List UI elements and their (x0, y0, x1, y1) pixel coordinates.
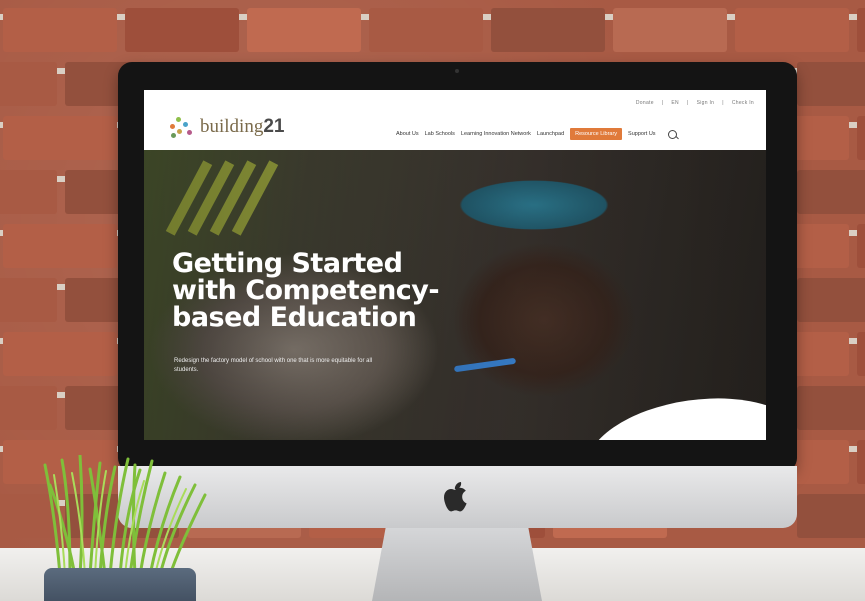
brick (125, 8, 239, 52)
brick (797, 278, 865, 322)
utility-separator: | (661, 100, 664, 106)
brick (797, 170, 865, 214)
brick (613, 8, 727, 52)
logo-text-plain: building (200, 116, 264, 137)
brick (797, 386, 865, 430)
utility-link-language[interactable]: EN (671, 100, 679, 106)
logo-text-bold: 21 (263, 116, 285, 137)
brick (797, 62, 865, 106)
menu-item-about-us[interactable]: About Us (396, 131, 419, 137)
menu-item-launchpad[interactable]: Launchpad (537, 131, 564, 137)
brick (3, 116, 117, 160)
brick (797, 494, 865, 538)
hero-headline-line: with Competency- (172, 275, 440, 306)
utility-nav: Donate | EN | Sign In | Check In (636, 100, 754, 106)
brick (0, 278, 57, 322)
utility-separator: | (722, 100, 724, 106)
brick (3, 224, 117, 268)
brick (857, 116, 865, 160)
utility-separator: | (686, 100, 689, 106)
brick (247, 8, 361, 52)
screen: Donate | EN | Sign In | Check In buildin… (144, 90, 766, 440)
hero-banner: Getting Started with Competency- based E… (144, 150, 766, 440)
logo-text: building21 (200, 116, 284, 138)
hero-subtext: Redesign the factory model of school wit… (174, 358, 373, 373)
brick (3, 8, 117, 52)
plant-pot (44, 568, 196, 601)
camera-icon (455, 69, 459, 73)
brick (3, 332, 117, 376)
brick (857, 8, 865, 52)
brick (0, 62, 57, 106)
site-logo[interactable]: building21 (168, 114, 284, 140)
brick (491, 8, 605, 52)
brick (735, 8, 849, 52)
utility-link-donate[interactable]: Donate (636, 100, 654, 106)
imac-stand (372, 528, 542, 601)
hero-headline-line: Getting Started (172, 248, 403, 279)
site-header: Donate | EN | Sign In | Check In buildin… (144, 90, 766, 150)
utility-link-check-in[interactable]: Check In (732, 100, 754, 106)
search-icon[interactable] (667, 129, 677, 139)
photo-scene: Donate | EN | Sign In | Check In buildin… (0, 0, 865, 601)
brick (857, 440, 865, 484)
brick (857, 224, 865, 268)
menu-item-support-us[interactable]: Support Us (628, 131, 656, 137)
brick (369, 8, 483, 52)
brick (0, 170, 57, 214)
menu-item-resource-library[interactable]: Resource Library (570, 128, 623, 140)
apple-logo-icon (444, 482, 467, 512)
utility-link-sign-in[interactable]: Sign In (697, 100, 715, 106)
brick (857, 332, 865, 376)
logo-dots-icon (168, 114, 196, 140)
menu-item-learning-innovation-network[interactable]: Learning Innovation Network (461, 131, 531, 137)
menu-item-lab-schools[interactable]: Lab Schools (425, 131, 455, 137)
hero-headline: Getting Started with Competency- based E… (172, 250, 492, 331)
hero-headline-line: based Education (172, 302, 417, 333)
plant-grass (43, 455, 207, 575)
main-menu: About Us Lab Schools Learning Innovation… (396, 128, 677, 140)
brick (0, 386, 57, 430)
